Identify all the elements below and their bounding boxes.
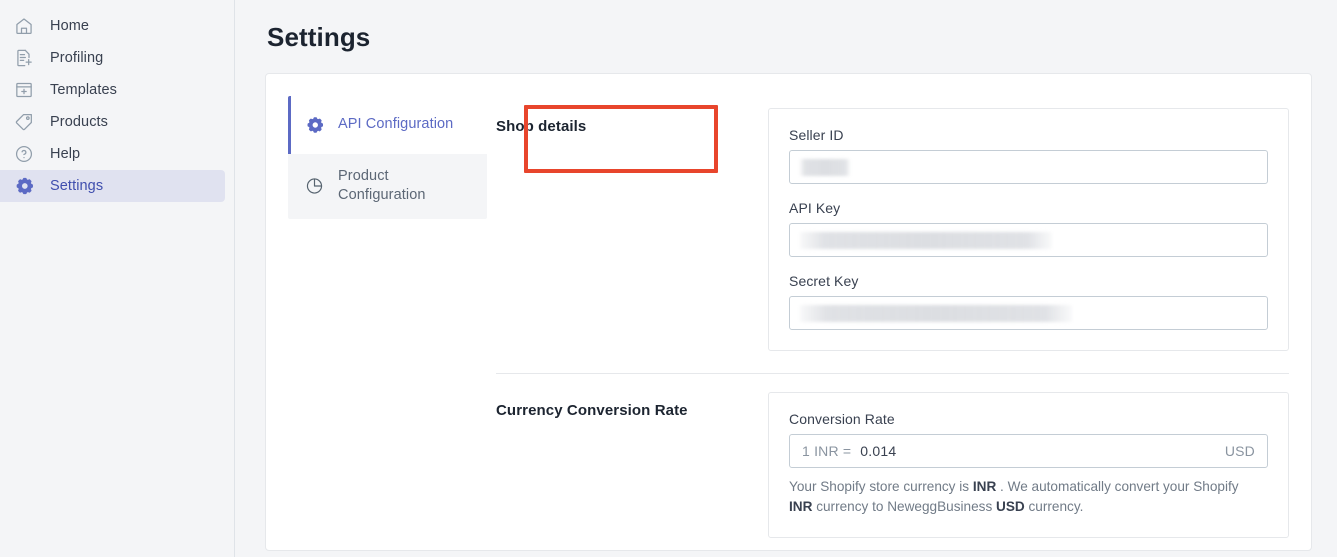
field-seller-id: Seller ID <box>789 127 1268 184</box>
section-currency-conversion: Currency Conversion Rate Conversion Rate… <box>496 374 1289 538</box>
tag-icon <box>14 112 34 132</box>
sidebar-item-label: Templates <box>50 82 117 98</box>
tab-product-configuration[interactable]: Product Configuration <box>288 154 487 219</box>
section-title-shop-details: Shop details <box>496 118 587 135</box>
redacted-value-seller-id <box>800 158 850 176</box>
tab-column: API Configuration Product Configuration <box>266 90 496 550</box>
sidebar: Home Profiling Templates Products Help Settin… <box>0 0 235 557</box>
sidebar-item-label: Home <box>50 18 90 34</box>
sidebar-item-home[interactable]: Home <box>0 10 225 42</box>
sidebar-item-profiling[interactable]: Profiling <box>0 42 225 74</box>
main-content: Settings API Configuration Product Config… <box>235 0 1337 557</box>
sidebar-item-products[interactable]: Products <box>0 106 225 138</box>
input-secret-key[interactable] <box>789 296 1268 330</box>
section-title-currency-conversion: Currency Conversion Rate <box>496 402 688 419</box>
sidebar-item-label: Profiling <box>50 50 104 66</box>
tab-label: Product Configuration <box>338 168 426 204</box>
input-seller-id[interactable] <box>789 150 1268 184</box>
main-wrap: Settings API Configuration Product Config… <box>235 0 1337 557</box>
sidebar-nav-list: Home Profiling Templates Products Help Settin… <box>0 10 234 202</box>
conversion-rate-help-text: Your Shopify store currency is INR . We … <box>789 479 1239 514</box>
currency-conversion-body: Conversion Rate 1 INR = 0.014 USD Your S… <box>768 392 1289 538</box>
settings-card: API Configuration Product Configuration S… <box>265 73 1312 551</box>
sidebar-item-help[interactable]: Help <box>0 138 225 170</box>
gear-icon <box>305 116 324 135</box>
gear-icon <box>14 176 34 196</box>
conversion-rate-prefix: 1 INR = <box>802 443 852 459</box>
sidebar-item-label: Settings <box>50 178 104 194</box>
section-shop-details: Shop details Seller ID API Key Secret Ke… <box>496 90 1289 351</box>
tab-label: API Configuration <box>338 116 454 133</box>
pie-chart-icon <box>305 177 324 196</box>
window-plus-icon <box>14 80 34 100</box>
field-secret-key: Secret Key <box>789 273 1268 330</box>
home-icon <box>14 16 34 36</box>
label-conversion-rate: Conversion Rate <box>789 411 895 427</box>
label-seller-id: Seller ID <box>789 127 844 143</box>
tab-api-configuration[interactable]: API Configuration <box>288 96 487 154</box>
page-title: Settings <box>267 22 371 52</box>
app-root: Home Profiling Templates Products Help Settin… <box>0 0 1337 557</box>
conversion-rate-value[interactable]: 0.014 <box>860 443 1225 459</box>
label-secret-key: Secret Key <box>789 273 859 289</box>
label-api-key: API Key <box>789 200 841 216</box>
document-plus-icon <box>14 48 34 68</box>
field-conversion-rate: Conversion Rate 1 INR = 0.014 USD Your S… <box>789 411 1268 517</box>
input-api-key[interactable] <box>789 223 1268 257</box>
content-column: Shop details Seller ID API Key Secret Ke… <box>496 90 1311 550</box>
field-api-key: API Key <box>789 200 1268 257</box>
conversion-rate-suffix: USD <box>1224 443 1255 459</box>
input-conversion-rate[interactable]: 1 INR = 0.014 USD <box>789 434 1268 468</box>
shop-details-fields: Seller ID API Key Secret Key <box>768 108 1289 351</box>
sidebar-item-templates[interactable]: Templates <box>0 74 225 106</box>
sidebar-item-settings[interactable]: Settings <box>0 170 225 202</box>
sidebar-item-label: Help <box>50 146 81 162</box>
redacted-value-secret-key <box>800 304 1072 322</box>
help-circle-icon <box>14 144 34 164</box>
sidebar-item-label: Products <box>50 114 109 130</box>
redacted-value-api-key <box>800 231 1052 249</box>
tab-list: API Configuration Product Configuration <box>288 96 487 219</box>
